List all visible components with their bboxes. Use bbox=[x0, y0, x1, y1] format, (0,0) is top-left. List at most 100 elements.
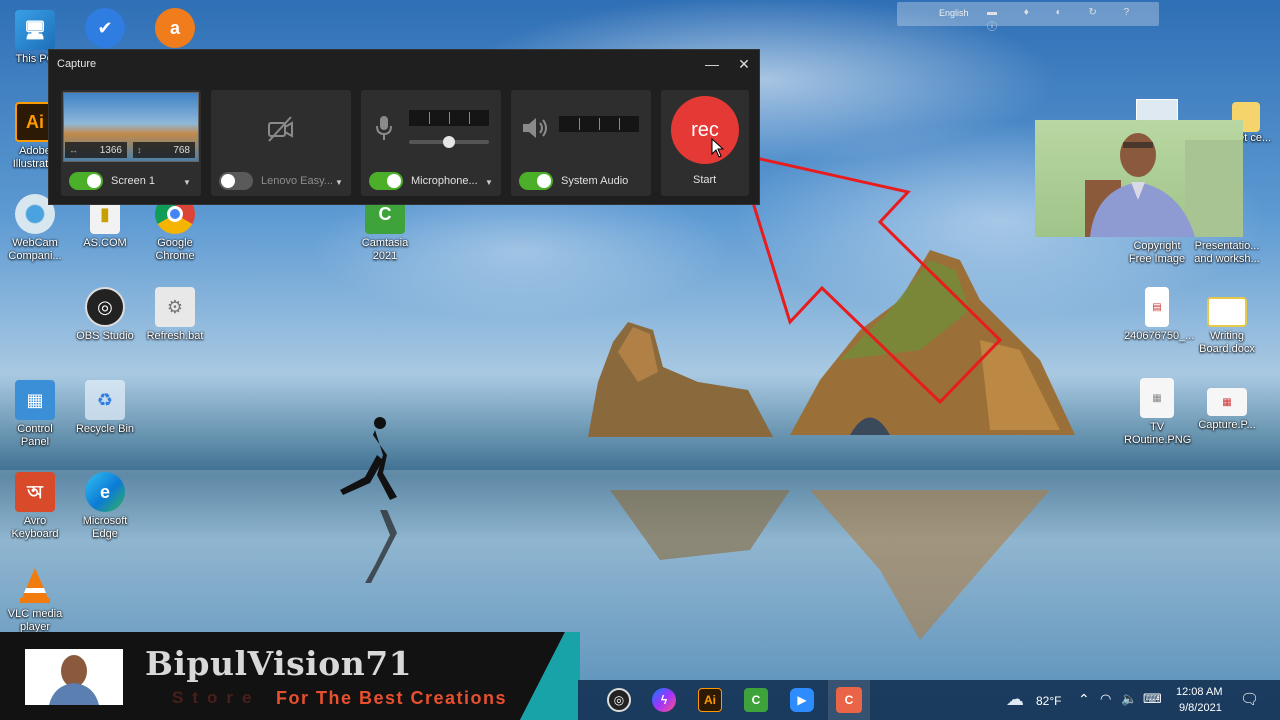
microphone-icon bbox=[376, 116, 392, 140]
camera-select-label[interactable]: Lenovo Easy... bbox=[261, 175, 333, 187]
screen-select-label[interactable]: Screen 1 bbox=[111, 175, 155, 187]
camera-off-icon bbox=[268, 116, 293, 142]
camtasia-icon: C bbox=[751, 693, 761, 707]
weather-icon: ☁ bbox=[1006, 689, 1024, 709]
clock-date[interactable]: 9/8/2021 bbox=[1179, 702, 1222, 714]
mouse-cursor-icon bbox=[711, 138, 725, 158]
recycle-bin-icon: ♻ bbox=[85, 380, 125, 420]
channel-name: BipulVision71 bbox=[145, 644, 413, 683]
capture-titlebar[interactable]: Capture bbox=[49, 50, 759, 78]
system-audio-toggle[interactable] bbox=[519, 172, 553, 190]
desktop-icon-check[interactable]: ✔ bbox=[72, 8, 138, 51]
minimize-icon: — bbox=[705, 56, 719, 72]
desktop-icon-refresh-bat[interactable]: ⚙ Refresh.bat bbox=[142, 287, 208, 343]
screen-width-field[interactable]: ↔ 1366 bbox=[65, 142, 127, 158]
presenter-avatar bbox=[25, 649, 123, 705]
speaker-icon bbox=[523, 118, 547, 138]
volume-icon[interactable]: 🔈 bbox=[1121, 691, 1137, 707]
microphone-toggle[interactable] bbox=[369, 172, 403, 190]
microphone-select-label[interactable]: Microphone... bbox=[411, 175, 478, 187]
taskbar-obs[interactable]: ◎ bbox=[607, 688, 631, 712]
desktop-icon-recycle-bin[interactable]: ♻ Recycle Bin bbox=[72, 380, 138, 436]
capture-title: Capture bbox=[57, 58, 97, 70]
desktop-icon-capture-png[interactable]: ▦ Capture.P... bbox=[1194, 388, 1260, 432]
taskbar-camtasia[interactable]: C bbox=[744, 688, 768, 712]
taskbar-active-indicator bbox=[828, 680, 870, 720]
rock-reflection bbox=[610, 490, 1050, 640]
desktop-icon-presentation-folder[interactable]: Presentatio... and worksh... bbox=[1194, 240, 1260, 266]
runner-silhouette bbox=[340, 417, 397, 583]
obs-icon: ◎ bbox=[613, 693, 625, 707]
png-file-icon: ▦ bbox=[1140, 378, 1174, 418]
microphone-volume-knob[interactable] bbox=[443, 136, 455, 148]
keyboard-icon[interactable]: ⌨ bbox=[1143, 691, 1162, 707]
screen-toggle[interactable] bbox=[69, 172, 103, 190]
computer-icon: 🖥 bbox=[15, 10, 55, 50]
control-panel-icon: ▦ bbox=[15, 380, 55, 420]
desktop-icon-copyright-free-image[interactable]: Copyright Free Image bbox=[1124, 240, 1190, 266]
desktop-icon-writing-board[interactable]: Writing Board.docx bbox=[1194, 297, 1260, 356]
desktop-icon-control-panel[interactable]: ▦ Control Panel bbox=[2, 380, 68, 449]
camera-panel[interactable]: Lenovo Easy... ▼ bbox=[211, 90, 351, 196]
weather-temperature[interactable]: 82°F bbox=[1036, 694, 1061, 708]
system-audio-level-meter bbox=[559, 116, 639, 132]
desktop-icon-edge[interactable]: e Microsoft Edge bbox=[72, 472, 138, 541]
desktop-icon-obs[interactable]: ◎ OBS Studio bbox=[72, 287, 138, 343]
edge-icon: e bbox=[85, 472, 125, 512]
close-button[interactable]: ✕ bbox=[732, 54, 756, 74]
language-label: English bbox=[939, 8, 969, 18]
document-icon: ▤ bbox=[1145, 287, 1169, 327]
illustrator-icon: Ai bbox=[704, 693, 716, 707]
microphone-panel[interactable]: Microphone... ▼ bbox=[361, 90, 501, 196]
desktop-icon-document-240676750[interactable]: ▤ 240676750_... bbox=[1124, 287, 1194, 343]
record-panel[interactable]: rec Start bbox=[661, 90, 749, 196]
banner-tagline-prefix: Store bbox=[172, 688, 261, 707]
zoom-icon: ▶ bbox=[797, 693, 807, 707]
language-bar-icons: ▬ ♦ ◐ ↻ ? ⓘ bbox=[987, 7, 1142, 33]
width-arrow-icon: ↔ bbox=[69, 145, 78, 155]
notification-icon[interactable]: 🗨 bbox=[1240, 690, 1259, 708]
word-doc-icon bbox=[1207, 297, 1247, 327]
webcam-overlay bbox=[1035, 120, 1243, 237]
capture-window[interactable]: Capture — ✕ ↔ 1366 ↕ 768 Screen 1 ▼ Leno… bbox=[48, 49, 760, 205]
microphone-dropdown-icon[interactable]: ▼ bbox=[485, 178, 493, 187]
system-audio-panel[interactable]: System Audio bbox=[511, 90, 651, 196]
banner-tagline: For The Best Creations bbox=[276, 688, 508, 708]
screen-panel[interactable]: ↔ 1366 ↕ 768 Screen 1 ▼ bbox=[61, 90, 201, 196]
png-file-icon: ▦ bbox=[1207, 388, 1247, 416]
language-bar[interactable]: English ▬ ♦ ◐ ↻ ? ⓘ bbox=[897, 2, 1159, 33]
presenter-video bbox=[1085, 133, 1243, 237]
camera-dropdown-icon[interactable]: ▼ bbox=[335, 178, 343, 187]
small-thumbnail-icon[interactable] bbox=[1136, 99, 1178, 121]
screen-dropdown-icon[interactable]: ▼ bbox=[183, 178, 191, 187]
taskbar-messenger[interactable]: ϟ bbox=[652, 688, 676, 712]
taskbar-zoom[interactable]: ▶ bbox=[790, 688, 814, 712]
avro-keyboard-icon: অ bbox=[15, 472, 55, 512]
taskbar-illustrator[interactable]: Ai bbox=[698, 688, 722, 712]
height-arrow-icon: ↕ bbox=[137, 145, 142, 155]
record-start-label: Start bbox=[693, 174, 717, 186]
batch-file-icon: ⚙ bbox=[155, 287, 195, 327]
desktop-icon-avast[interactable]: a bbox=[142, 8, 208, 51]
microphone-volume-slider[interactable] bbox=[409, 136, 489, 148]
checkmark-icon: ✔ bbox=[85, 8, 125, 48]
camera-toggle[interactable] bbox=[219, 172, 253, 190]
channel-banner: BipulVision71 Store For The Best Creatio… bbox=[0, 632, 565, 720]
microphone-level-meter bbox=[409, 110, 489, 126]
red-arrow-annotation bbox=[735, 151, 1003, 405]
close-icon: ✕ bbox=[738, 55, 750, 72]
show-hidden-icons-icon[interactable]: ⌃ bbox=[1078, 691, 1090, 708]
clock-time[interactable]: 12:08 AM bbox=[1176, 686, 1222, 698]
screen-height-field[interactable]: ↕ 768 bbox=[133, 142, 195, 158]
desktop-icon-avro[interactable]: অ Avro Keyboard bbox=[2, 472, 68, 541]
wifi-icon[interactable]: ◠ bbox=[1100, 691, 1111, 707]
system-audio-label: System Audio bbox=[561, 175, 629, 187]
record-button[interactable]: rec bbox=[671, 96, 739, 164]
minimize-button[interactable]: — bbox=[700, 54, 724, 74]
messenger-icon: ϟ bbox=[660, 693, 668, 707]
desktop-icon-tv-routine[interactable]: ▦ TV ROutine.PNG bbox=[1124, 378, 1191, 447]
vlc-icon bbox=[15, 565, 55, 605]
taskbar: ◎ ϟ Ai C ▶ C ☁ 82°F ⌃ ◠ 🔈 ⌨ 12:08 AM 9/8… bbox=[578, 680, 1280, 720]
desktop-icon-vlc[interactable]: VLC media player bbox=[2, 565, 68, 634]
avast-icon: a bbox=[155, 8, 195, 48]
